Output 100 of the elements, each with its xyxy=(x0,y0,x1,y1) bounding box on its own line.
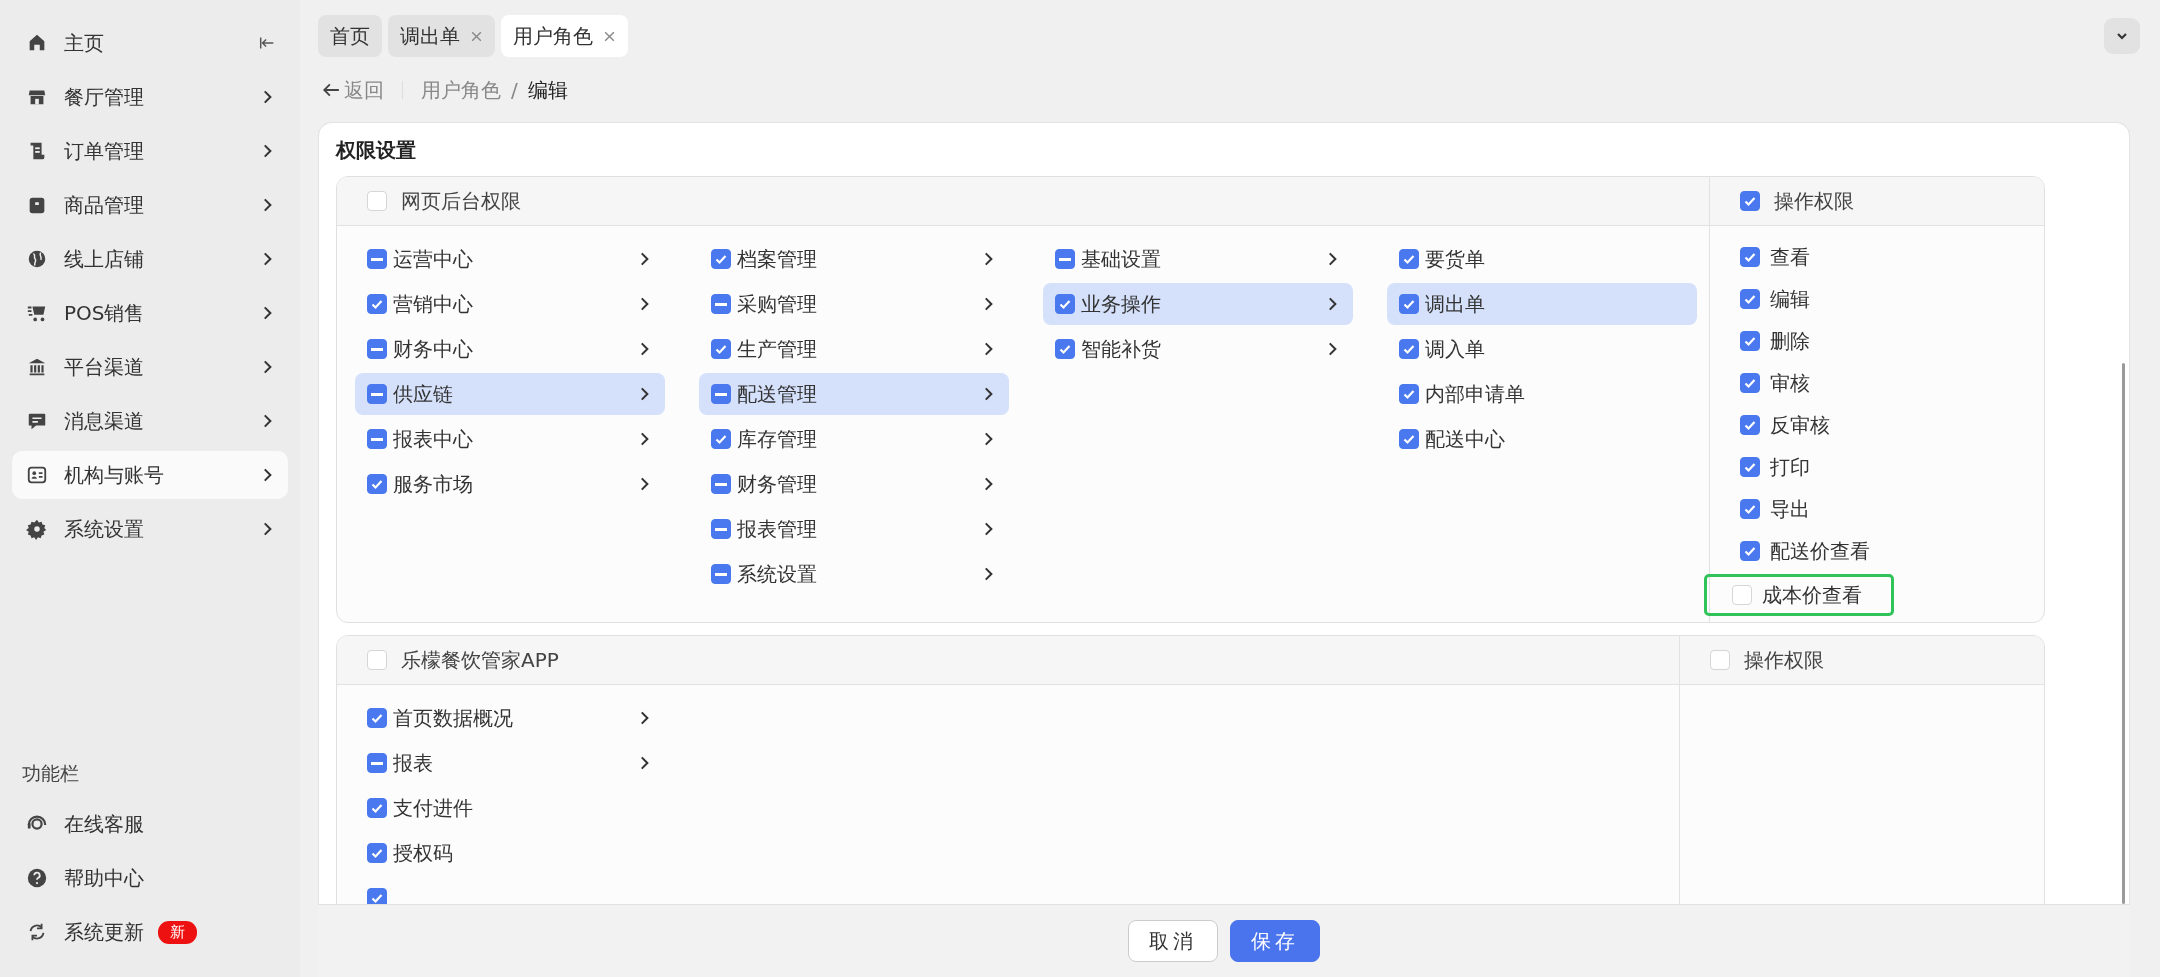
nav-item[interactable]: 线上店铺 xyxy=(12,235,288,283)
scrollbar-thumb[interactable] xyxy=(2122,363,2125,904)
permission-item[interactable]: 档案管理 xyxy=(699,238,1009,280)
breadcrumb-item: 编辑 xyxy=(527,76,568,104)
checkbox[interactable] xyxy=(1399,294,1419,314)
panel-title: 网页后台权限 xyxy=(401,187,521,215)
close-icon[interactable] xyxy=(470,29,483,43)
permission-item[interactable]: 采购管理 xyxy=(699,283,1009,325)
tool-item[interactable]: 系统更新 新 xyxy=(12,908,288,956)
permission-item[interactable]: 营销中心 xyxy=(355,283,665,325)
permission-item[interactable]: 生产管理 xyxy=(699,328,1009,370)
checkbox[interactable] xyxy=(1740,541,1760,561)
checkbox[interactable] xyxy=(1740,247,1760,267)
tab[interactable]: 首页 xyxy=(318,15,382,57)
checkbox[interactable] xyxy=(711,249,731,269)
checkbox[interactable] xyxy=(711,294,731,314)
checkbox[interactable] xyxy=(1055,249,1075,269)
checkbox[interactable] xyxy=(367,339,387,359)
nav-item[interactable]: 商品管理 xyxy=(12,181,288,229)
nav-item[interactable]: 平台渠道 xyxy=(12,343,288,391)
permission-item[interactable]: 报表 xyxy=(355,742,665,784)
permission-item[interactable]: 基础设置 xyxy=(1043,238,1353,280)
permission-item[interactable]: 支付进件 xyxy=(355,787,665,829)
permission-item[interactable]: 调出单 xyxy=(1387,283,1697,325)
nav-item[interactable]: 机构与账号 xyxy=(12,451,288,499)
checkbox[interactable] xyxy=(711,429,731,449)
nav-item[interactable]: 主页 xyxy=(12,19,288,67)
checkbox[interactable] xyxy=(1055,339,1075,359)
checkbox[interactable] xyxy=(1399,429,1419,449)
checkbox[interactable] xyxy=(1740,499,1760,519)
permission-item[interactable]: 供应链 xyxy=(355,373,665,415)
checkbox[interactable] xyxy=(367,474,387,494)
checkbox[interactable] xyxy=(367,708,387,728)
permission-item[interactable]: 报表中心 xyxy=(355,418,665,460)
close-icon[interactable] xyxy=(603,29,616,43)
nav-item[interactable]: 订单管理 xyxy=(12,127,288,175)
operation-label: 成本价查看 xyxy=(1762,581,1862,609)
permission-item[interactable]: 报表管理 xyxy=(699,508,1009,550)
checkbox[interactable] xyxy=(367,753,387,773)
tool-item[interactable]: 帮助中心 xyxy=(12,854,288,902)
permission-item[interactable]: 配送中心 xyxy=(1387,418,1697,460)
nav-item[interactable]: 消息渠道 xyxy=(12,397,288,445)
checkbox[interactable] xyxy=(1740,331,1760,351)
tool-item[interactable]: 在线客服 xyxy=(12,800,288,848)
globe-icon xyxy=(26,248,48,270)
permission-item[interactable]: 授权码 xyxy=(355,832,665,874)
operation-label: 删除 xyxy=(1770,327,1810,355)
checkbox[interactable] xyxy=(1740,191,1760,211)
tab[interactable]: 调出单 xyxy=(388,15,495,57)
operation-label: 查看 xyxy=(1770,243,1810,271)
checkbox[interactable] xyxy=(1399,384,1419,404)
checkbox[interactable] xyxy=(711,564,731,584)
operation-label: 配送价查看 xyxy=(1770,537,1870,565)
checkbox[interactable] xyxy=(1740,457,1760,477)
new-badge: 新 xyxy=(158,920,197,944)
checkbox[interactable] xyxy=(1399,249,1419,269)
checkbox[interactable] xyxy=(367,798,387,818)
permission-item[interactable]: 智能补货 xyxy=(1043,328,1353,370)
checkbox[interactable] xyxy=(367,384,387,404)
checkbox[interactable] xyxy=(367,294,387,314)
checkbox[interactable] xyxy=(711,474,731,494)
nav-item[interactable]: 餐厅管理 xyxy=(12,73,288,121)
checkbox[interactable] xyxy=(711,384,731,404)
checkbox[interactable] xyxy=(1399,339,1419,359)
help-icon xyxy=(26,867,48,889)
checkbox[interactable] xyxy=(1055,294,1075,314)
checkbox[interactable] xyxy=(367,249,387,269)
permission-item[interactable]: 运营中心 xyxy=(355,238,665,280)
checkbox[interactable] xyxy=(367,843,387,863)
cancel-button[interactable]: 取消 xyxy=(1128,920,1218,962)
permission-item[interactable]: 首页数据概况 xyxy=(355,697,665,739)
checkbox[interactable] xyxy=(367,429,387,449)
permission-item[interactable]: 系统设置 xyxy=(699,553,1009,595)
operation-label: 导出 xyxy=(1770,495,1810,523)
checkbox[interactable] xyxy=(1740,373,1760,393)
checkbox[interactable] xyxy=(367,888,387,904)
nav-item[interactable]: POS销售 xyxy=(12,289,288,337)
operation-label: 反审核 xyxy=(1770,411,1830,439)
checkbox[interactable] xyxy=(711,339,731,359)
card-title: 权限设置 xyxy=(336,137,417,164)
permission-item[interactable]: 要货单 xyxy=(1387,238,1697,280)
permission-item[interactable]: 业务操作 xyxy=(1043,283,1353,325)
nav-item[interactable]: 系统设置 xyxy=(12,505,288,553)
operation-label: 打印 xyxy=(1770,453,1810,481)
panel-title: 操作权限 xyxy=(1744,646,1824,674)
checkbox[interactable] xyxy=(1740,415,1760,435)
checkbox[interactable] xyxy=(711,519,731,539)
checkbox[interactable] xyxy=(1740,289,1760,309)
permission-item[interactable]: 库存管理 xyxy=(699,418,1009,460)
tab[interactable]: 用户角色 xyxy=(501,15,628,57)
panel-title: 乐檬餐饮管家APP xyxy=(401,646,559,674)
panel-title: 操作权限 xyxy=(1774,187,1854,215)
save-button[interactable]: 保存 xyxy=(1230,920,1320,962)
permission-item[interactable]: 内部申请单 xyxy=(1387,373,1697,415)
permission-item[interactable]: 财务中心 xyxy=(355,328,665,370)
permission-item[interactable]: 调入单 xyxy=(1387,328,1697,370)
permission-item[interactable]: 服务市场 xyxy=(355,463,665,505)
permission-item[interactable]: 财务管理 xyxy=(699,463,1009,505)
permission-item[interactable]: 配送管理 xyxy=(699,373,1009,415)
id-card-icon xyxy=(26,464,48,486)
